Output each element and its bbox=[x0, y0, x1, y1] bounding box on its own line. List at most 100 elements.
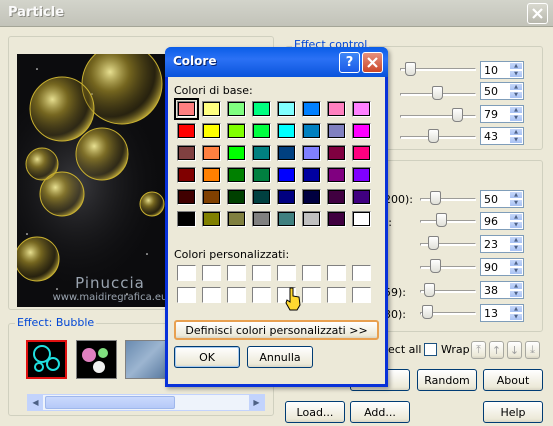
basic-color-swatch[interactable] bbox=[277, 211, 296, 227]
basic-color-swatch[interactable] bbox=[174, 98, 199, 120]
basic-color-swatch[interactable] bbox=[327, 189, 346, 205]
slider-thumb[interactable] bbox=[430, 191, 441, 205]
custom-color-swatch[interactable] bbox=[277, 265, 296, 281]
basic-color-swatch[interactable] bbox=[177, 167, 196, 183]
chevron-up-icon[interactable]: ▲ bbox=[509, 259, 523, 267]
basic-color-swatch[interactable] bbox=[202, 145, 221, 161]
basic-color-swatch[interactable] bbox=[252, 211, 271, 227]
about-button[interactable]: About bbox=[483, 369, 543, 391]
random-button[interactable]: Random bbox=[417, 369, 477, 391]
effect-scrollbar[interactable]: ◀ ▶ bbox=[27, 394, 265, 411]
basic-color-swatch[interactable] bbox=[177, 211, 196, 227]
basic-color-swatch[interactable] bbox=[352, 167, 371, 183]
slider-track[interactable] bbox=[420, 220, 476, 223]
chevron-up-icon[interactable]: ▲ bbox=[509, 128, 523, 136]
spin-box[interactable]: 79 ▲ ▼ bbox=[480, 105, 524, 123]
basic-color-swatch[interactable] bbox=[202, 123, 221, 139]
effect-thumb-bubble[interactable] bbox=[26, 340, 67, 379]
chevron-up-icon[interactable]: ▲ bbox=[509, 305, 523, 313]
basic-color-swatch[interactable] bbox=[202, 167, 221, 183]
chevron-down-icon[interactable]: ▼ bbox=[509, 221, 523, 229]
chevron-up-icon[interactable]: ▲ bbox=[509, 62, 523, 70]
basic-color-swatch[interactable] bbox=[227, 211, 246, 227]
slider-thumb[interactable] bbox=[405, 62, 416, 76]
slider-track[interactable] bbox=[420, 266, 476, 269]
cancel-button[interactable]: Annulla bbox=[247, 346, 313, 368]
basic-color-swatch[interactable] bbox=[252, 101, 271, 117]
basic-color-swatch[interactable] bbox=[327, 211, 346, 227]
basic-color-swatch[interactable] bbox=[277, 167, 296, 183]
move-top-button[interactable]: ⤒ bbox=[471, 341, 486, 359]
custom-color-swatch[interactable] bbox=[177, 287, 196, 303]
chevron-down-icon[interactable]: ▼ bbox=[509, 199, 523, 207]
basic-color-swatch[interactable] bbox=[202, 189, 221, 205]
basic-color-swatch[interactable] bbox=[277, 123, 296, 139]
chevron-up-icon[interactable]: ▲ bbox=[509, 282, 523, 290]
slider-thumb[interactable] bbox=[432, 86, 443, 100]
chevron-down-icon[interactable]: ▼ bbox=[509, 267, 523, 275]
basic-color-swatch[interactable] bbox=[227, 101, 246, 117]
basic-color-swatch[interactable] bbox=[302, 145, 321, 161]
basic-color-swatch[interactable] bbox=[302, 167, 321, 183]
basic-color-swatch[interactable] bbox=[302, 123, 321, 139]
basic-color-swatch[interactable] bbox=[352, 123, 371, 139]
define-custom-colors-button[interactable]: Definisci colori personalizzati >> bbox=[174, 320, 379, 340]
scroll-left-button[interactable]: ◀ bbox=[28, 395, 43, 410]
spin-box[interactable]: 90 ▲ ▼ bbox=[480, 258, 524, 276]
custom-color-swatch[interactable] bbox=[302, 265, 321, 281]
slider-thumb[interactable] bbox=[452, 108, 463, 122]
ok-button[interactable]: OK bbox=[174, 346, 240, 368]
add-button[interactable]: Add... bbox=[350, 401, 410, 423]
chevron-down-icon[interactable]: ▼ bbox=[509, 136, 523, 144]
basic-color-swatch[interactable] bbox=[352, 189, 371, 205]
spin-box[interactable]: 50 ▲ ▼ bbox=[480, 82, 524, 100]
chevron-down-icon[interactable]: ▼ bbox=[509, 70, 523, 78]
chevron-down-icon[interactable]: ▼ bbox=[509, 313, 523, 321]
custom-color-swatch[interactable] bbox=[202, 287, 221, 303]
basic-color-swatch[interactable] bbox=[252, 145, 271, 161]
basic-color-swatch[interactable] bbox=[227, 145, 246, 161]
basic-color-swatch[interactable] bbox=[352, 211, 371, 227]
custom-color-swatch[interactable] bbox=[227, 265, 246, 281]
custom-color-swatch[interactable] bbox=[352, 287, 371, 303]
basic-color-swatch[interactable] bbox=[277, 145, 296, 161]
basic-color-swatch[interactable] bbox=[327, 123, 346, 139]
basic-color-swatch[interactable] bbox=[252, 189, 271, 205]
spin-box[interactable]: 10 ▲ ▼ bbox=[480, 61, 524, 79]
close-button[interactable] bbox=[362, 52, 383, 73]
particle-close-button[interactable] bbox=[527, 3, 548, 24]
move-up-button[interactable]: ↑ bbox=[489, 341, 504, 359]
custom-color-swatch[interactable] bbox=[202, 265, 221, 281]
chevron-down-icon[interactable]: ▼ bbox=[509, 244, 523, 252]
wrap-checkbox[interactable] bbox=[424, 343, 437, 356]
basic-color-swatch[interactable] bbox=[302, 189, 321, 205]
basic-color-swatch[interactable] bbox=[327, 167, 346, 183]
load-button[interactable]: Load... bbox=[285, 401, 345, 423]
custom-color-swatch[interactable] bbox=[177, 265, 196, 281]
effect-thumb-sparkle[interactable] bbox=[76, 340, 117, 379]
basic-color-swatch[interactable] bbox=[252, 123, 271, 139]
basic-color-swatch[interactable] bbox=[202, 101, 221, 117]
basic-color-swatch[interactable] bbox=[227, 167, 246, 183]
chevron-up-icon[interactable]: ▲ bbox=[509, 213, 523, 221]
spin-box[interactable]: 43 ▲ ▼ bbox=[480, 127, 524, 145]
basic-color-swatch[interactable] bbox=[302, 211, 321, 227]
custom-color-swatch[interactable] bbox=[227, 287, 246, 303]
chevron-down-icon[interactable]: ▼ bbox=[509, 290, 523, 298]
basic-color-swatch[interactable] bbox=[277, 189, 296, 205]
spin-box[interactable]: 23 ▲ ▼ bbox=[480, 235, 524, 253]
basic-color-swatch[interactable] bbox=[227, 189, 246, 205]
scroll-thumb[interactable] bbox=[45, 396, 175, 409]
slider-thumb[interactable] bbox=[428, 129, 439, 143]
spin-box[interactable]: 13 ▲ ▼ bbox=[480, 304, 524, 322]
custom-color-swatch[interactable] bbox=[252, 287, 271, 303]
spin-box[interactable]: 50 ▲ ▼ bbox=[480, 190, 524, 208]
chevron-up-icon[interactable]: ▲ bbox=[509, 83, 523, 91]
basic-color-swatch[interactable] bbox=[327, 101, 346, 117]
spin-box[interactable]: 38 ▲ ▼ bbox=[480, 281, 524, 299]
custom-color-swatch[interactable] bbox=[352, 265, 371, 281]
scroll-right-button[interactable]: ▶ bbox=[249, 395, 264, 410]
chevron-down-icon[interactable]: ▼ bbox=[509, 114, 523, 122]
basic-color-swatch[interactable] bbox=[277, 101, 296, 117]
basic-color-swatch[interactable] bbox=[352, 101, 371, 117]
